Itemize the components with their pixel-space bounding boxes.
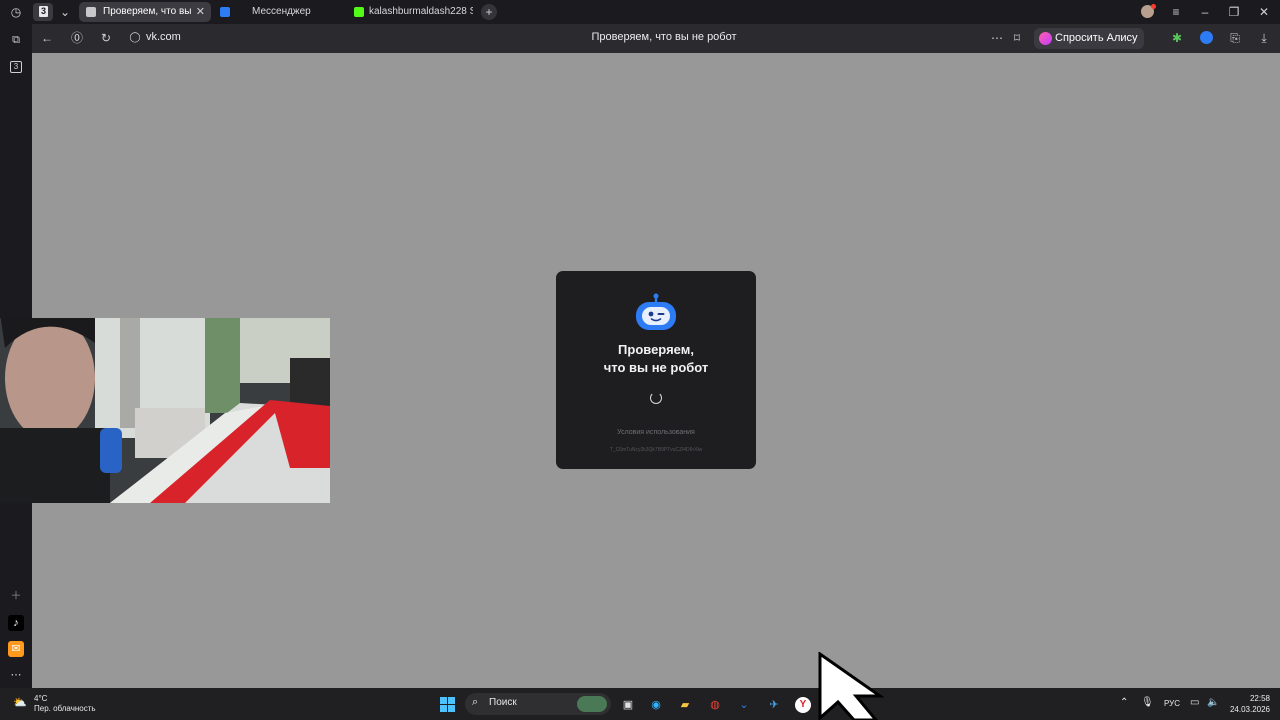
- tab-captcha[interactable]: Проверяем, что вы не р ✕: [79, 2, 211, 22]
- system-clock[interactable]: 22:58 24.03.2026: [1226, 693, 1270, 715]
- translate-extension-icon[interactable]: ✱: [1169, 30, 1185, 46]
- tab-title: Проверяем, что вы не р: [103, 6, 191, 17]
- webcam-overlay: [0, 318, 330, 503]
- mouse-cursor-icon: [818, 652, 884, 720]
- tab-bar: ◷ 3 ⌄ Проверяем, что вы не р ✕ Мессендже…: [0, 0, 1280, 24]
- bookmark-icon[interactable]: ⌑: [1009, 30, 1025, 46]
- sidebar-counter-icon[interactable]: 3: [8, 58, 24, 74]
- menu-icon[interactable]: ≡: [1168, 4, 1184, 20]
- network-icon[interactable]: ▭: [1190, 697, 1199, 708]
- windows-taskbar: ⛅ 4°C Пер. облачность ⌕ Поиск ▣ ◉ ▰ ◍ ⌄ …: [0, 688, 1280, 720]
- page-title: Проверяем, что вы не робот: [591, 31, 737, 43]
- tab-title: kalashburmaldash228 Stre: [369, 6, 473, 17]
- add-panel-icon[interactable]: ＋: [8, 588, 24, 604]
- site-info-icon[interactable]: ◯: [127, 30, 143, 46]
- clock-time: 22:58: [1249, 694, 1270, 703]
- download-icon[interactable]: ⤓: [1256, 30, 1272, 46]
- search-label: Поиск: [489, 697, 517, 708]
- reload-icon[interactable]: ↻: [98, 30, 114, 46]
- extension-icon[interactable]: [1198, 30, 1214, 46]
- more-icon[interactable]: ⋯: [8, 667, 24, 683]
- tab-title: Мессенджер: [252, 6, 311, 17]
- clock-date: 24.03.2026: [1229, 705, 1270, 714]
- weather-temp: 4°C: [34, 694, 48, 703]
- chrome-icon[interactable]: ◍: [706, 696, 724, 714]
- weather-desc: Пер. облачность: [34, 704, 96, 713]
- file-explorer-icon[interactable]: ▰: [676, 696, 694, 714]
- weather-icon[interactable]: ⛅: [11, 694, 29, 712]
- webcam-image: [0, 318, 330, 503]
- address-bar: ← ⓪ ↻ ◯ vk.com Проверяем, что вы не робо…: [32, 24, 1280, 65]
- terms-link[interactable]: Условия использования: [556, 429, 756, 436]
- captcha-title-line2: что вы не робот: [603, 360, 709, 375]
- close-window-icon[interactable]: ✕: [1256, 4, 1272, 20]
- microphone-icon[interactable]: 🎙: [1141, 697, 1154, 708]
- tab-messenger[interactable]: Мессенджер: [213, 2, 338, 22]
- edge-icon[interactable]: ◉: [647, 696, 665, 714]
- captcha-card: Проверяем, что вы не робот Условия испол…: [556, 271, 756, 469]
- shield-icon: [86, 7, 96, 17]
- download-manager-icon[interactable]: ⌄: [735, 696, 753, 714]
- volume-icon[interactable]: 🔈: [1207, 697, 1219, 708]
- tab-kick[interactable]: kalashburmaldash228 Stre: [347, 2, 475, 22]
- tab-count: 3: [39, 6, 48, 17]
- weather-widget[interactable]: 4°C Пер. облачность: [34, 694, 96, 714]
- more-dots-icon[interactable]: ⋯: [989, 30, 1005, 46]
- chevron-down-icon[interactable]: ⌄: [57, 4, 73, 20]
- task-view-icon[interactable]: ▣: [619, 696, 637, 714]
- tab-count-button[interactable]: 3: [33, 3, 53, 21]
- profile-avatar[interactable]: [1139, 4, 1156, 20]
- kick-icon: [354, 7, 364, 17]
- loading-spinner: [650, 392, 662, 404]
- maximize-icon[interactable]: ❐: [1226, 4, 1242, 20]
- tray-chevron-icon[interactable]: ⌃: [1120, 697, 1128, 708]
- mail-icon[interactable]: ✉: [8, 641, 24, 657]
- telegram-icon[interactable]: ✈: [765, 696, 783, 714]
- minimize-icon[interactable]: –: [1197, 4, 1213, 20]
- reading-list-icon[interactable]: ⎘: [1227, 30, 1243, 46]
- search-icon: ⌕: [472, 696, 479, 708]
- back-icon[interactable]: ←: [39, 30, 55, 46]
- robot-icon: [636, 293, 676, 330]
- chat-icon: [220, 7, 230, 17]
- captcha-title: Проверяем, что вы не робот: [556, 341, 756, 377]
- search-highlight-icon: [577, 696, 607, 712]
- new-tab-button[interactable]: +: [481, 4, 497, 20]
- captcha-title-line1: Проверяем,: [618, 342, 694, 357]
- taskbar-search[interactable]: ⌕ Поиск: [465, 693, 611, 715]
- protect-icon[interactable]: ⓪: [69, 30, 85, 46]
- close-icon[interactable]: ✕: [196, 2, 205, 22]
- captcha-token: T_C6mTuNcy2k3Qk7B9PTvuCZl4D6rXlw: [609, 447, 703, 453]
- ask-alice-button[interactable]: Спросить Алису AI: [1034, 28, 1144, 65]
- windows-start-icon[interactable]: [439, 696, 457, 714]
- language-indicator[interactable]: РУС: [1164, 699, 1180, 708]
- alice-icon: [1039, 32, 1052, 45]
- collections-icon[interactable]: ⧉: [8, 32, 24, 48]
- yandex-browser-icon[interactable]: Y: [794, 696, 812, 714]
- history-icon[interactable]: ◷: [8, 4, 24, 20]
- url-text[interactable]: vk.com: [146, 31, 181, 43]
- tiktok-icon[interactable]: ♪: [8, 615, 24, 631]
